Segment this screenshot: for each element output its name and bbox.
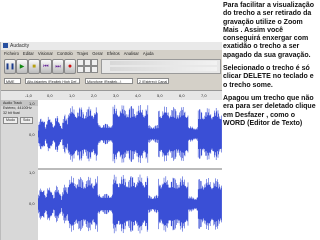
window-title: Audacity [10, 43, 30, 49]
instruction-delete: Selecionado o trecho é só clicar DELETE … [223, 65, 314, 89]
menu-editar[interactable]: Editar [23, 51, 34, 56]
menu-gerar[interactable]: Gerar [92, 51, 103, 56]
play-icon: ▶ [19, 63, 25, 70]
amplitude-scale: 1,0 0,0 1,0 0,0 [28, 100, 38, 240]
zoom-tool-icon[interactable] [77, 66, 84, 73]
instruction-undo: Apagou um trecho que não era para ser de… [223, 94, 316, 127]
ruler-label: 5,0 [157, 93, 163, 98]
timeshift-tool-icon[interactable] [84, 66, 91, 73]
record-icon: ● [67, 62, 73, 70]
tools-toolbar [77, 59, 98, 73]
menu-bar: Ficheiro Editar Visionar Controlo Trajes Gera… [1, 50, 222, 57]
multi-tool-icon[interactable] [91, 66, 98, 73]
record-meter-bar [110, 67, 217, 71]
draw-tool-icon[interactable] [91, 59, 98, 66]
play-button[interactable]: ▶ [16, 59, 28, 74]
menu-analisar[interactable]: Analisar [124, 51, 139, 56]
menu-trajes[interactable]: Trajes [77, 51, 88, 56]
title-bar: Audacity [1, 42, 222, 50]
skip-end-button[interactable]: ⏭ [52, 59, 64, 74]
selection-tool-icon[interactable] [77, 59, 84, 66]
ruler-label: 2,0 [91, 93, 97, 98]
ruler-label: 4,0 [135, 93, 141, 98]
channels-select[interactable]: 2 (Estéreo) Canal [137, 78, 169, 84]
audacity-icon [3, 43, 8, 49]
menu-visionar[interactable]: Visionar [38, 51, 53, 56]
menu-efeitos[interactable]: Efeitos [107, 51, 120, 56]
ruler-label: 3,0 [113, 93, 119, 98]
audacity-window: Audacity Ficheiro Editar Visionar Controlo T… [0, 42, 222, 240]
device-toolbar: MME Alto-falantes (Realtek High Def...) … [1, 78, 222, 85]
scale-top: 1,0 [29, 101, 35, 106]
skip-end-icon: ⏭ [55, 63, 61, 70]
skip-start-icon: ⏮ [43, 63, 49, 70]
menu-ficheiro[interactable]: Ficheiro [4, 51, 19, 56]
scale-mid: 0,0 [29, 201, 35, 206]
ruler-label: -1,0 [25, 93, 32, 98]
mute-button[interactable]: Mudo [3, 117, 18, 124]
level-meter[interactable] [101, 59, 221, 74]
waveform-view[interactable] [38, 100, 222, 240]
scale-top: 1,0 [29, 170, 35, 175]
instruction-zoom: Para facilitar a visualização do trecho … [223, 2, 315, 59]
pause-button[interactable]: ❚❚ [4, 59, 16, 74]
ruler-label: 7,0 [201, 93, 207, 98]
scale-mid: 0,0 [29, 132, 35, 137]
pause-icon: ❚❚ [4, 63, 16, 70]
menu-controlo[interactable]: Controlo [57, 51, 73, 56]
record-button[interactable]: ● [64, 59, 76, 74]
stop-button[interactable]: ■ [28, 59, 40, 74]
ruler-label: 1,0 [69, 93, 75, 98]
skip-start-button[interactable]: ⏮ [40, 59, 52, 74]
stop-icon: ■ [32, 63, 36, 70]
envelope-tool-icon[interactable] [84, 59, 91, 66]
transport-toolbar: ❚❚ ▶ ■ ⏮ ⏭ ● [1, 58, 222, 75]
host-select[interactable]: MME [4, 78, 21, 84]
ruler-label: 0,0 [47, 93, 53, 98]
output-device-select[interactable]: Alto-falantes (Realtek High Def...) [25, 78, 80, 84]
menu-ajuda[interactable]: Ajuda [143, 51, 154, 56]
ruler-label: 6,0 [179, 93, 185, 98]
playback-meter-bar [110, 61, 217, 65]
instruction-panel: Para facilitar a visualização do trecho … [223, 2, 318, 240]
input-device-select[interactable]: Microfone (Realtek...) [85, 78, 133, 84]
